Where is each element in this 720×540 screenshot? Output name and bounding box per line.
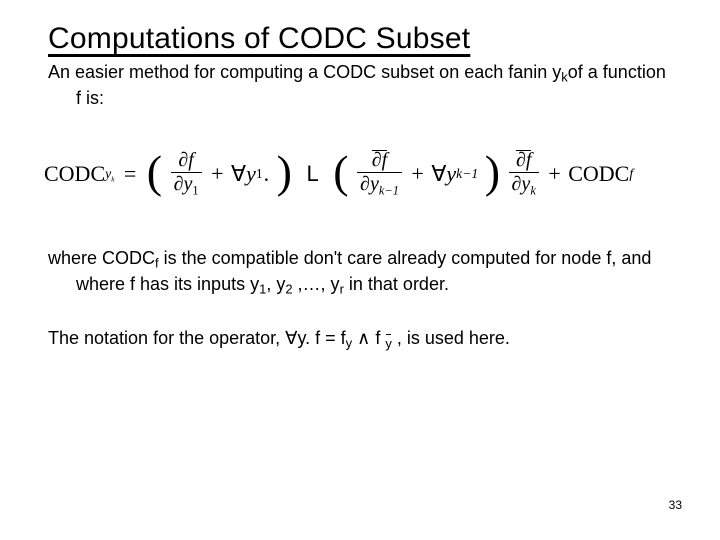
partial-2a: ∂ (372, 149, 382, 171)
page-number: 33 (669, 498, 682, 512)
notation-forall: ∀ (285, 328, 297, 348)
forall-2: ∀ (431, 161, 446, 186)
f-1a: f (188, 149, 194, 171)
one-forall-1: 1 (256, 166, 263, 181)
notation-and: ∧ f (352, 328, 385, 348)
f-3a: f (526, 149, 532, 171)
where-sub-2: 2 (285, 282, 292, 297)
notation-sub-ybar: y (385, 336, 391, 351)
f-2a: f (382, 149, 388, 171)
notation-b: y. f = f (297, 328, 345, 348)
notation-c: , is used here. (392, 328, 510, 348)
where-a: where CODC (48, 248, 155, 268)
one-1b: 1 (192, 184, 198, 198)
codc-formula: CODCyk = ( ∂f ∂y1 + ∀y1. ) L ( ∂f ∂yk−1 … (44, 150, 672, 198)
km1-2b: k−1 (379, 184, 399, 198)
codc-sub-k: k (111, 175, 114, 183)
L-operator: L (306, 161, 318, 186)
fraction-df-dykm1-bar: ∂f ∂yk−1 (357, 150, 402, 198)
partial-1b: ∂ (174, 173, 184, 195)
partial-3a: ∂ (516, 149, 526, 171)
codcf-symbol: CODC (568, 161, 629, 186)
y-2b: y (370, 173, 379, 195)
codcf-sub-f: f (629, 166, 633, 181)
dot-1: . (264, 161, 270, 186)
plus-1: + (211, 161, 223, 186)
partial-3b: ∂ (512, 173, 522, 195)
intro-paragraph: An easier method for computing a CODC su… (48, 60, 672, 110)
where-paragraph: where CODCf is the compatible don't care… (48, 246, 672, 298)
k-3b: k (530, 184, 536, 198)
intro-text-a: An easier method for computing a CODC su… (48, 62, 561, 82)
notation-paragraph: The notation for the operator, ∀y. f = f… (48, 326, 672, 352)
where-d: ,…, y (293, 274, 340, 294)
y-forall-2: y (446, 161, 456, 186)
plus-2: + (411, 161, 423, 186)
where-c: , y (266, 274, 285, 294)
y-forall-1: y (246, 161, 256, 186)
where-e: in that order. (344, 274, 449, 294)
km1-forall-2: k−1 (456, 166, 478, 181)
fraction-df-dyk-bar: ∂f ∂yk (509, 150, 539, 198)
partial-1a: ∂ (178, 149, 188, 171)
equals-sign: = (124, 161, 136, 186)
fraction-df-dy1: ∂f ∂y1 (171, 150, 202, 198)
forall-1: ∀ (231, 161, 246, 186)
codc-symbol: CODC (44, 161, 105, 186)
plus-3: + (548, 161, 560, 186)
slide-title: Computations of CODC Subset (48, 22, 672, 56)
slide: Computations of CODC Subset An easier me… (0, 0, 720, 540)
y-3b: y (521, 173, 530, 195)
partial-2b: ∂ (360, 173, 370, 195)
notation-a: The notation for the operator, (48, 328, 285, 348)
